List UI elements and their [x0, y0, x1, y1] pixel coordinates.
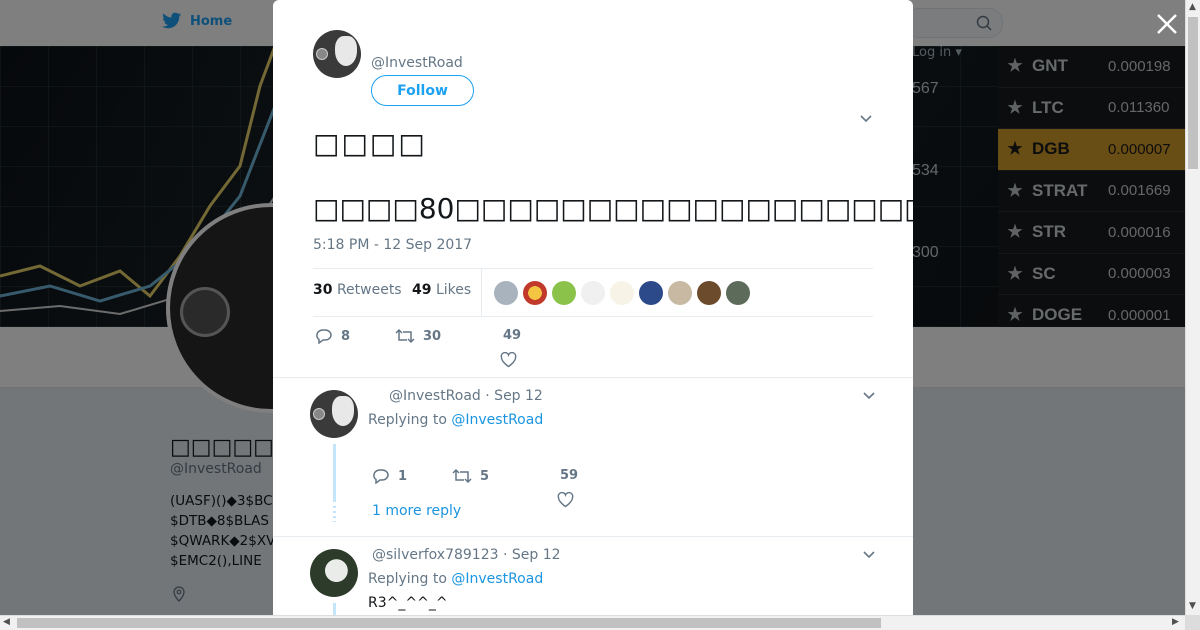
tweet-author-handle[interactable]: @InvestRoad — [371, 55, 463, 71]
reply-button[interactable]: 1 — [372, 468, 407, 484]
more-replies-link[interactable]: 1 more reply — [372, 503, 461, 519]
reply-icon — [373, 469, 389, 484]
scrollbar-corner — [1185, 615, 1200, 630]
liker-avatar[interactable] — [726, 281, 750, 305]
scrollbar-thumb[interactable] — [17, 618, 881, 628]
tweet-modal: @InvestRoad Follow □□□□ □□□□80□□□□□□□□□□… — [273, 0, 913, 615]
heart-icon[interactable] — [500, 352, 517, 368]
reply-author-avatar[interactable] — [310, 549, 358, 597]
tweet-author-avatar[interactable] — [313, 30, 361, 78]
like-count-stat[interactable]: 49 Likes — [412, 282, 471, 298]
thread-line — [333, 603, 336, 615]
close-icon[interactable] — [1155, 12, 1179, 36]
chevron-down-icon[interactable] — [860, 115, 872, 123]
retweet-icon — [395, 328, 415, 344]
reply-icon — [316, 329, 332, 344]
liker-avatar[interactable] — [494, 281, 518, 305]
replying-to-link[interactable]: @InvestRoad — [451, 412, 543, 428]
chevron-down-icon[interactable] — [863, 551, 875, 559]
vertical-scrollbar[interactable]: ▲ ▼ — [1185, 0, 1200, 615]
like-count: 49 — [503, 328, 522, 343]
reply-actions: 1 5 59 — [370, 468, 670, 508]
liker-avatar[interactable] — [581, 281, 605, 305]
tweet-timestamp[interactable]: 5:18 PM - 12 Sep 2017 — [313, 237, 472, 253]
reply-button[interactable]: 8 — [315, 328, 350, 344]
scrollbar-thumb[interactable] — [1188, 17, 1198, 169]
replying-to: Replying to @InvestRoad — [368, 412, 544, 428]
reply-tweet[interactable]: @silverfox789123 · Sep 12 Replying to @I… — [273, 537, 913, 615]
like-count: 59 — [560, 468, 579, 483]
liker-avatar[interactable] — [697, 281, 721, 305]
follow-button[interactable]: Follow — [371, 75, 474, 106]
scroll-up-icon: ▲ — [1189, 2, 1196, 12]
retweet-button[interactable]: 5 — [452, 468, 489, 484]
replying-to-link[interactable]: @InvestRoad — [451, 571, 543, 587]
scroll-right-icon: ▶ — [1172, 617, 1179, 627]
retweet-count-stat[interactable]: 30 Retweets — [313, 282, 402, 298]
liker-avatar[interactable] — [523, 281, 547, 305]
reply-tweet[interactable]: @InvestRoad · Sep 12 Replying to @Invest… — [273, 378, 913, 536]
reply-meta[interactable]: @silverfox789123 · Sep 12 — [372, 547, 561, 563]
tweet-actions: 8 30 49 — [313, 328, 713, 368]
tweet-title: □□□□ — [313, 127, 427, 160]
reply-meta[interactable]: @InvestRoad · Sep 12 — [389, 388, 543, 404]
liker-avatar[interactable] — [552, 281, 576, 305]
reply-author-avatar[interactable] — [310, 390, 358, 438]
liker-avatar[interactable] — [610, 281, 634, 305]
tweet-stats: 30 Retweets 49 Likes — [313, 268, 873, 317]
chevron-down-icon[interactable] — [863, 392, 875, 400]
retweet-button[interactable]: 30 — [395, 328, 441, 344]
heart-icon[interactable] — [557, 492, 574, 508]
replying-to: Replying to @InvestRoad — [368, 571, 544, 587]
tweet-text: □□□□80□□□□□□□□□□□□□□□□□□□□□□□□□□□□□□□□□□… — [313, 192, 913, 225]
liker-avatar[interactable] — [639, 281, 663, 305]
liker-avatar[interactable] — [668, 281, 692, 305]
reply-text: R3^_^^_^ — [368, 595, 448, 611]
horizontal-scrollbar[interactable]: ◀ ▶ — [0, 615, 1185, 630]
thread-line — [333, 444, 336, 502]
scroll-left-icon: ◀ — [3, 617, 10, 627]
retweet-icon — [452, 468, 472, 484]
scroll-down-icon: ▼ — [1189, 601, 1196, 611]
